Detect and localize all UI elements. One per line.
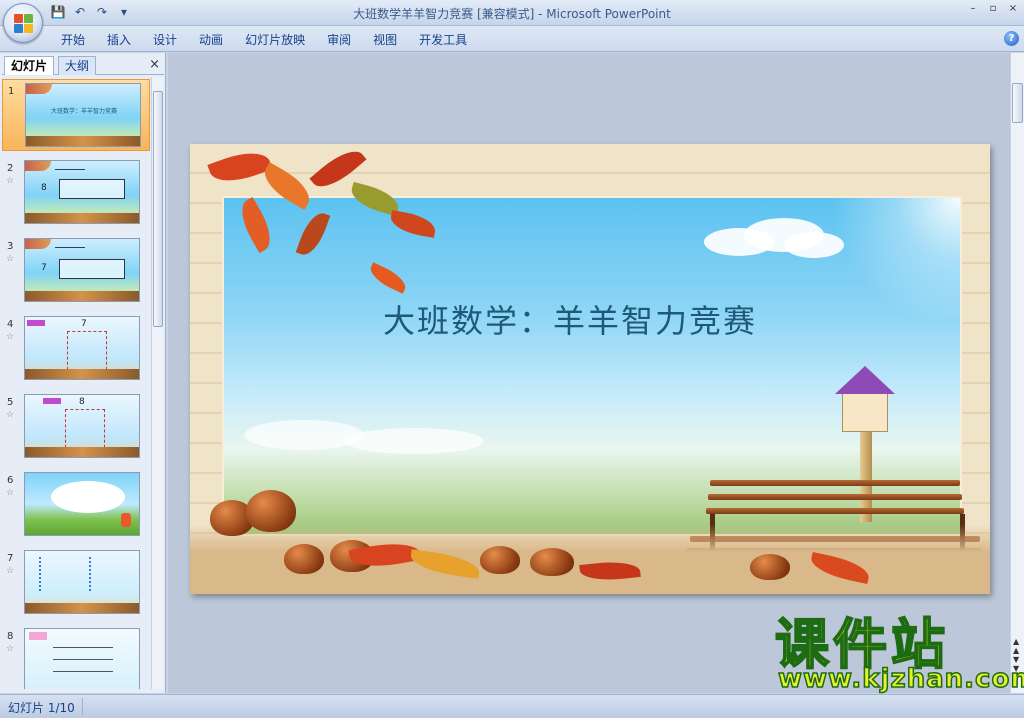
cloud-icon xyxy=(344,428,484,454)
animation-star-icon: ☆ xyxy=(6,488,15,498)
editor-scrollbar[interactable]: ▲ ▲ ▼ ▼ xyxy=(1010,53,1024,693)
chestnut-icon xyxy=(480,546,520,574)
tab-outline[interactable]: 大纲 xyxy=(58,56,97,75)
slide-indicator: 幻灯片 1/10 xyxy=(8,701,75,715)
slide-thumb-4[interactable]: 4 ☆ 7 xyxy=(2,313,150,385)
slide-preview xyxy=(24,628,140,689)
birdhouse-icon xyxy=(842,392,888,432)
slide-preview xyxy=(24,472,140,536)
slide-preview: 7 xyxy=(24,316,140,380)
bench-slat xyxy=(706,508,964,514)
tab-insert[interactable]: 插入 xyxy=(96,31,142,49)
thumb-number: 8 xyxy=(41,183,47,193)
slide-number: 3 xyxy=(7,241,14,252)
tab-slideshow[interactable]: 幻灯片放映 xyxy=(234,31,316,49)
tab-animations[interactable]: 动画 xyxy=(188,31,234,49)
office-button[interactable] xyxy=(3,3,43,43)
slide-thumb-6[interactable]: 6 ☆ xyxy=(2,469,150,541)
slide-preview: 8 xyxy=(24,394,140,458)
thumb-number: 7 xyxy=(41,263,47,273)
cloud-icon xyxy=(784,232,844,258)
window-title: 大班数学羊羊智力竞赛 [兼容模式] - Microsoft PowerPoint xyxy=(353,7,671,21)
pane-close-icon[interactable]: × xyxy=(149,57,160,72)
leaf-icon xyxy=(207,144,273,190)
slide-thumb-1[interactable]: 1 大班数学：羊羊智力竞赛 xyxy=(2,79,150,151)
slide-canvas[interactable]: 大班数学：羊羊智力竞赛 xyxy=(190,144,990,594)
animation-star-icon: ☆ xyxy=(6,254,15,264)
scroll-thumb[interactable] xyxy=(153,91,163,327)
tab-design[interactable]: 设计 xyxy=(142,31,188,49)
chestnut-icon xyxy=(530,548,574,576)
slide-number: 7 xyxy=(7,553,14,564)
tab-review[interactable]: 审阅 xyxy=(316,31,362,49)
animation-star-icon: ☆ xyxy=(6,644,15,654)
animation-star-icon: ☆ xyxy=(6,332,15,342)
title-bar: 💾 ↶ ↷ ▾ 大班数学羊羊智力竞赛 [兼容模式] - Microsoft Po… xyxy=(0,0,1024,26)
office-logo-icon xyxy=(14,14,34,34)
watermark-url: www.kjzhan.com xyxy=(777,664,1024,694)
slide-preview: 大班数学：羊羊智力竞赛 xyxy=(25,83,141,147)
slides-pane: 幻灯片 大纲 × 1 大班数学：羊羊智力竞赛 2 ☆ 8 3 ☆ 7 4 ☆ 7… xyxy=(0,53,166,693)
tab-home[interactable]: 开始 xyxy=(50,31,96,49)
slide-preview: 7 xyxy=(24,238,140,302)
pane-tabs: 幻灯片 大纲 × xyxy=(2,55,164,75)
slide-number: 4 xyxy=(7,319,14,330)
slide-title[interactable]: 大班数学：羊羊智力竞赛 xyxy=(320,296,820,342)
animation-star-icon: ☆ xyxy=(6,410,15,420)
slide-thumb-7[interactable]: 7 ☆ xyxy=(2,547,150,619)
slide-preview xyxy=(24,550,140,614)
thumb-title: 大班数学：羊羊智力竞赛 xyxy=(50,108,117,115)
chestnut-icon xyxy=(246,490,296,532)
slide-number: 8 xyxy=(7,631,14,642)
thumb-number: 7 xyxy=(81,319,87,329)
thumbnails-scrollbar[interactable] xyxy=(151,77,163,689)
cloud-icon xyxy=(244,420,364,450)
chestnut-icon xyxy=(750,554,790,580)
slide-number: 6 xyxy=(7,475,14,486)
sun-icon xyxy=(820,198,960,318)
help-icon[interactable]: ? xyxy=(1004,31,1019,46)
slide-thumbnails: 1 大班数学：羊羊智力竞赛 2 ☆ 8 3 ☆ 7 4 ☆ 7 5 ☆ 8 6 … xyxy=(2,77,150,689)
slide-number: 5 xyxy=(7,397,14,408)
animation-star-icon: ☆ xyxy=(6,176,15,186)
birdhouse-roof xyxy=(835,366,895,394)
ribbon: 开始 插入 设计 动画 幻灯片放映 审阅 视图 开发工具 ? xyxy=(0,26,1024,52)
slide-thumb-2[interactable]: 2 ☆ 8 xyxy=(2,157,150,229)
minimize-button[interactable]: – xyxy=(966,3,980,15)
slide-number: 1 xyxy=(8,86,15,97)
scroll-thumb[interactable] xyxy=(1012,83,1023,123)
ribbon-tabs: 开始 插入 设计 动画 幻灯片放映 审阅 视图 开发工具 xyxy=(50,31,478,49)
bench-icon xyxy=(710,480,960,486)
tab-slides[interactable]: 幻灯片 xyxy=(4,56,55,75)
thumb-number: 8 xyxy=(79,397,85,407)
slide-preview: 8 xyxy=(24,160,140,224)
slide-thumb-3[interactable]: 3 ☆ 7 xyxy=(2,235,150,307)
bench-slat xyxy=(708,494,962,500)
chestnut-icon xyxy=(284,544,324,574)
slide-number: 2 xyxy=(7,163,14,174)
restore-button[interactable]: ▫ xyxy=(986,3,1000,15)
status-separator xyxy=(82,698,83,715)
slide-thumb-5[interactable]: 5 ☆ 8 xyxy=(2,391,150,463)
status-bar: 幻灯片 1/10 xyxy=(0,694,1024,718)
window-controls: – ▫ × xyxy=(966,3,1020,15)
slide-thumb-8[interactable]: 8 ☆ xyxy=(2,625,150,689)
tab-view[interactable]: 视图 xyxy=(362,31,408,49)
tab-developer[interactable]: 开发工具 xyxy=(408,31,478,49)
close-button[interactable]: × xyxy=(1006,3,1020,15)
animation-star-icon: ☆ xyxy=(6,566,15,576)
